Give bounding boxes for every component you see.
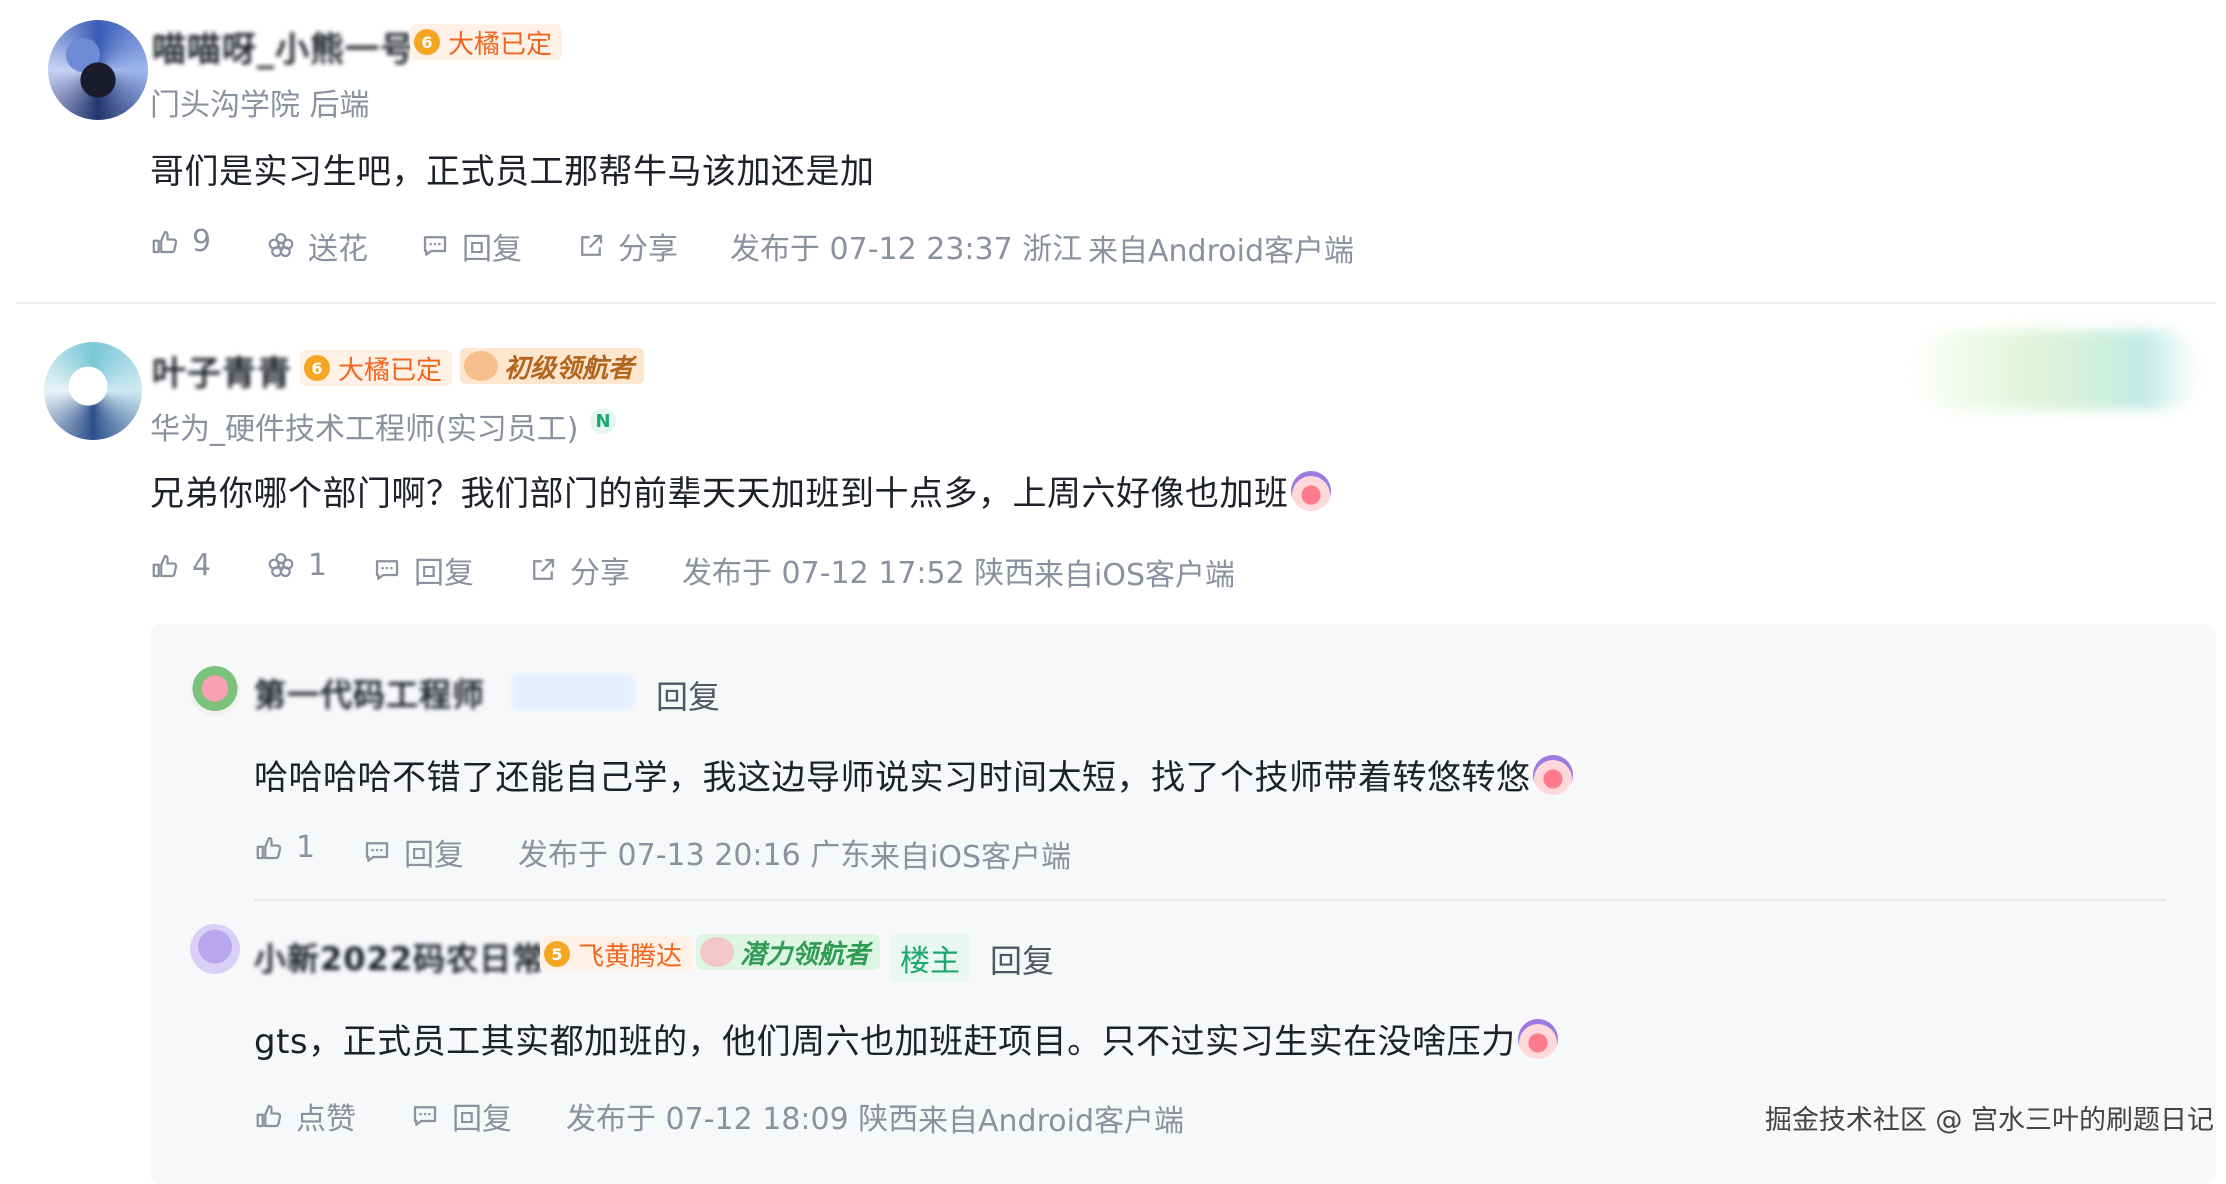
flower-button[interactable]: 1 [266,548,327,583]
level-number: 6 [304,355,330,381]
pet-icon [464,351,498,381]
like-count: 4 [192,548,212,583]
reply-label: 回复 [452,1102,512,1137]
reply-text: gts，正式员工其实都加班的，他们周六也加班赶项目。只不过实习生实在没啥压力 [254,1022,1516,1062]
crying-emoji-icon [1532,755,1573,795]
client-source: 来自iOS客户端 [1034,558,1235,593]
reply-divider [254,899,2166,901]
crying-emoji-icon [1517,1019,1558,1059]
reply-label: 回复 [404,838,464,873]
navigator-badge: 初级领航者 [460,348,645,384]
publish-time: 发布于 07-13 20:16 广东 [518,838,871,873]
share-button[interactable]: 分享 [528,548,630,592]
navigator-badge: 潜力领航者 [696,934,881,970]
user-avatar[interactable] [44,342,142,440]
navigator-title: 潜力领航者 [740,939,871,970]
comment-divider [16,302,2216,304]
share-label: 分享 [570,556,630,591]
reply-label: 回复 [462,232,522,267]
reply-button[interactable]: 回复 [372,548,474,592]
crying-emoji-icon [1290,471,1331,511]
comment-icon [362,837,392,867]
level-number: 6 [414,29,440,55]
username[interactable]: 喵喵呀_小熊一号 [152,22,415,71]
comment-icon [410,1101,440,1131]
level-number: 5 [544,941,570,967]
share-button[interactable]: 分享 [576,224,678,268]
user-avatar[interactable] [190,666,240,716]
share-label: 分享 [618,232,678,267]
new-badge: N [590,408,616,434]
reply-text: 哈哈哈哈不错了还能自己学，我这边导师说实习时间太短，找了个技师带着转悠转悠 [254,758,1531,798]
comment-content: 兄弟你哪个部门啊？我们部门的前辈天天加班到十点多，上周六好像也加班 [150,466,1331,515]
publish-time: 发布于 07-12 17:52 陕西 [682,556,1035,591]
decorative-banner [1910,330,2200,410]
share-icon [576,231,606,261]
thumbs-up-icon [150,551,180,581]
thumbs-up-icon [254,833,284,863]
client-source: 来自Android客户端 [1088,234,1354,269]
owner-badge: 楼主 [890,934,970,982]
reply-content: 哈哈哈哈不错了还能自己学，我这边导师说实习时间太短，找了个技师带着转悠转悠 [254,750,1573,799]
user-avatar[interactable] [190,924,240,974]
like-count: 9 [192,224,212,259]
user-subtitle: 华为_硬件技术工程师(实习员工) [150,412,579,447]
reply-word: 回复 [656,678,721,716]
username[interactable]: 叶子青青 [152,346,292,395]
reply-button[interactable]: 回复 [420,224,522,268]
reply-word: 回复 [990,942,1055,980]
flower-count: 1 [308,548,328,583]
comment-icon [420,231,450,261]
level-title: 大橘已定 [338,355,443,386]
pet-icon [700,937,734,967]
like-label: 点赞 [296,1102,356,1137]
reply-button[interactable]: 回复 [362,830,464,874]
like-button[interactable]: 1 [254,830,315,865]
reply-label: 回复 [414,556,474,591]
thumbs-up-icon [254,1101,284,1131]
level-badge: 6 大橘已定 [410,24,563,60]
user-subtitle: 门头沟学院 后端 [150,88,370,123]
like-button[interactable]: 9 [150,224,211,259]
level-title: 飞黄腾达 [578,941,683,972]
username[interactable]: 小新2022码农日常 [254,934,545,980]
navigator-title: 初级领航者 [504,353,635,384]
comment-content: 哥们是实习生吧，正式员工那帮牛马该加还是加 [150,152,875,192]
like-count: 1 [296,830,316,865]
reply-button[interactable]: 回复 [410,1094,512,1138]
publish-time: 发布于 07-12 18:09 陕西 [566,1102,919,1137]
username[interactable]: 第一代码工程师 [254,670,485,716]
user-avatar[interactable] [48,20,148,120]
share-icon [528,555,558,585]
flower-label: 送花 [308,232,368,267]
client-source: 来自iOS客户端 [870,840,1071,875]
like-button[interactable]: 点赞 [254,1094,356,1138]
comment-text: 兄弟你哪个部门啊？我们部门的前辈天天加班到十点多，上周六好像也加班 [150,474,1289,514]
level-badge: 6 大橘已定 [300,350,453,386]
flower-icon [266,231,296,261]
watermark: 掘金技术社区 @ 宫水三叶的刷题日记 [1764,1105,2214,1136]
flower-button[interactable]: 送花 [266,224,368,268]
comment-icon [372,555,402,585]
publish-time: 发布于 07-12 23:37 浙江 [730,232,1083,267]
flower-icon [266,551,296,581]
client-source: 来自Android客户端 [918,1104,1184,1139]
thumbs-up-icon [150,227,180,257]
reply-content: gts，正式员工其实都加班的，他们周六也加班赶项目。只不过实习生实在没啥压力 [254,1014,1558,1063]
like-button[interactable]: 4 [150,548,211,583]
level-badge [512,674,634,710]
level-title: 大橘已定 [448,29,553,60]
level-badge: 5 飞黄腾达 [540,936,693,972]
